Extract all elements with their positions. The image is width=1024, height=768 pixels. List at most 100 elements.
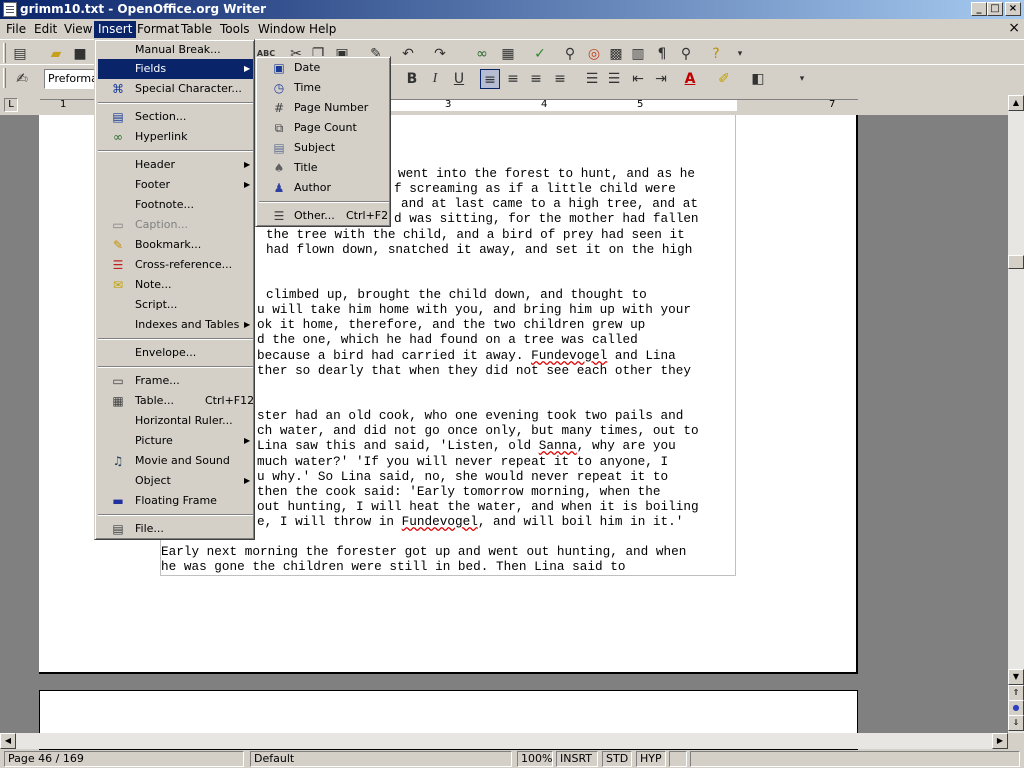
save-icon[interactable]: ■ [70,44,90,64]
text-line[interactable]: f screaming as if a little child were [394,181,676,196]
scroll-right-icon[interactable]: ▶ [992,733,1008,749]
justify-icon[interactable]: ≡ [550,69,570,89]
selection-mode-indicator[interactable]: STD [602,751,632,767]
text-line[interactable]: had flown down, snatched it away, and se… [266,242,692,257]
menu-item-special-character[interactable]: ⌘ Special Character... [98,79,253,99]
zoom-indicator[interactable]: 100% [517,751,553,767]
menu-item-script[interactable]: Script... [98,295,253,315]
menu-file[interactable]: File [2,21,30,38]
menu-tools[interactable]: Tools [216,21,254,38]
menu-item-floating-frame[interactable]: ▬ Floating Frame [98,491,253,511]
scroll-up-icon[interactable]: ▲ [1008,95,1024,111]
scroll-thumb[interactable] [1008,255,1024,269]
text-line[interactable]: out hunting, I will heat the water, and … [257,499,699,514]
close-button[interactable]: × [1005,2,1021,16]
text-line[interactable]: ther so dearly that when they did not se… [257,363,691,378]
text-line[interactable]: he was gone the children were still in b… [161,559,625,574]
text-line[interactable]: much water?' 'If you will never repeat i… [257,454,668,469]
undo-icon[interactable]: ↶ [398,44,418,64]
menu-item-movie-and-sound[interactable]: ♫ Movie and Sound [98,451,253,471]
menu-item-indexes-and-tables[interactable]: Indexes and Tables ▶ [98,315,253,335]
menu-item-header[interactable]: Header ▶ [98,155,253,175]
text-line[interactable]: u why.' So Lina said, no, she would neve… [257,469,668,484]
menu-item-hyperlink[interactable]: ∞ Hyperlink [98,127,253,147]
align-center-icon[interactable]: ≡ [503,69,523,89]
previous-page-icon[interactable]: ⇑ [1008,685,1024,701]
menu-item-footer[interactable]: Footer ▶ [98,175,253,195]
gallery-icon[interactable]: ▩ [606,44,626,64]
menu-item-page-count[interactable]: ⧉ Page Count [259,118,389,138]
navigation-icon[interactable]: ● [1008,700,1024,716]
redo-icon[interactable]: ↷ [430,44,450,64]
menu-item-title[interactable]: ♠ Title [259,158,389,178]
menu-item-subject[interactable]: ▤ Subject [259,138,389,158]
menu-view[interactable]: View [60,21,96,38]
hyphenation-indicator[interactable]: HYP [636,751,666,767]
menu-item-cross-reference[interactable]: ☰ Cross-reference... [98,255,253,275]
bold-icon[interactable]: B [402,69,422,89]
help-icon[interactable]: ? [706,44,726,64]
text-line[interactable]: climbed up, brought the child down, and … [266,287,647,302]
bullets-icon[interactable]: ☰ [604,69,624,89]
styles-formatting-icon[interactable]: ✍ [12,69,32,89]
text-line[interactable]: ch water, and did not go once only, but … [257,423,699,438]
scroll-left-icon[interactable]: ◀ [0,733,16,749]
page-indicator[interactable]: Page 46 / 169 [4,751,244,767]
vertical-scrollbar[interactable]: ▲ ▼ ⇑ ● ⇓ [1008,95,1024,733]
menu-item-file[interactable]: ▤ File... [98,519,253,539]
increase-indent-icon[interactable]: ⇥ [651,69,671,89]
menu-item-other-fields[interactable]: ☰ Other... Ctrl+F2 [259,206,389,226]
text-line[interactable]: d the one, which he had found on a tree … [257,332,638,347]
text-line[interactable]: u will take him home with you, and bring… [257,302,691,317]
menu-table[interactable]: Table [177,21,216,38]
show-draw-functions-icon[interactable]: ✓ [530,44,550,64]
horizontal-scrollbar[interactable]: ◀ ▶ [0,733,1008,749]
text-line[interactable]: Lina saw this and said, 'Listen, old San… [257,438,676,453]
tab-stop-selector[interactable]: L [4,98,18,112]
toolbar-grip[interactable] [3,43,6,63]
menu-item-bookmark[interactable]: ✎ Bookmark... [98,235,253,255]
new-document-icon[interactable]: ▤ [10,44,30,64]
menu-item-section[interactable]: ▤ Section... [98,107,253,127]
find-replace-icon[interactable]: ⚲ [560,44,580,64]
text-line[interactable]: Early next morning the forester got up a… [161,544,686,559]
menu-item-time[interactable]: ◷ Time [259,78,389,98]
menu-item-frame[interactable]: ▭ Frame... [98,371,253,391]
text-line[interactable]: ster had an old cook, who one evening to… [257,408,683,423]
insert-table-icon[interactable]: ▦ [498,44,518,64]
text-line[interactable]: ok it home, therefore, and the two child… [257,317,645,332]
text-line[interactable]: then the cook said: 'Early tomorrow morn… [257,484,661,499]
highlighting-icon[interactable]: ✐ [714,69,734,89]
align-right-icon[interactable]: ≡ [526,69,546,89]
menu-item-author[interactable]: ♟ Author [259,178,389,198]
italic-icon[interactable]: I [425,69,445,89]
underline-icon[interactable]: U [449,69,469,89]
align-left-icon[interactable]: ≡ [480,69,500,89]
menu-help[interactable]: Help [305,21,340,38]
decrease-indent-icon[interactable]: ⇤ [628,69,648,89]
hyperlink-icon[interactable]: ∞ [472,44,492,64]
menu-item-fields[interactable]: Fields ▶ [98,59,253,79]
menu-item-date[interactable]: ▣ Date [259,58,389,78]
navigator-icon[interactable]: ◎ [584,44,604,64]
nonprinting-characters-icon[interactable]: ¶ [652,44,672,64]
page-style-indicator[interactable]: Default [250,751,512,767]
menu-window[interactable]: Window [254,21,309,38]
font-color-icon[interactable]: A [680,69,700,89]
menu-item-manual-break[interactable]: Manual Break... [98,40,253,60]
background-color-icon[interactable]: ◧ [748,69,768,89]
insert-mode-indicator[interactable]: INSRT [556,751,598,767]
text-line[interactable]: went into the forest to hunt, and as he [398,166,695,181]
menu-item-object[interactable]: Object ▶ [98,471,253,491]
data-sources-icon[interactable]: ▥ [628,44,648,64]
menu-item-envelope[interactable]: Envelope... [98,343,253,363]
menu-item-horizontal-ruler[interactable]: Horizontal Ruler... [98,411,253,431]
zoom-icon[interactable]: ⚲ [676,44,696,64]
minimize-button[interactable]: _ [971,2,987,16]
scroll-down-icon[interactable]: ▼ [1008,669,1024,685]
menu-item-picture[interactable]: Picture ▶ [98,431,253,451]
close-document-icon[interactable]: × [1008,21,1020,35]
text-line[interactable]: because a bird had carried it away. Fund… [257,348,676,363]
next-page-icon[interactable]: ⇓ [1008,715,1024,731]
toolbar-grip[interactable] [3,68,6,88]
